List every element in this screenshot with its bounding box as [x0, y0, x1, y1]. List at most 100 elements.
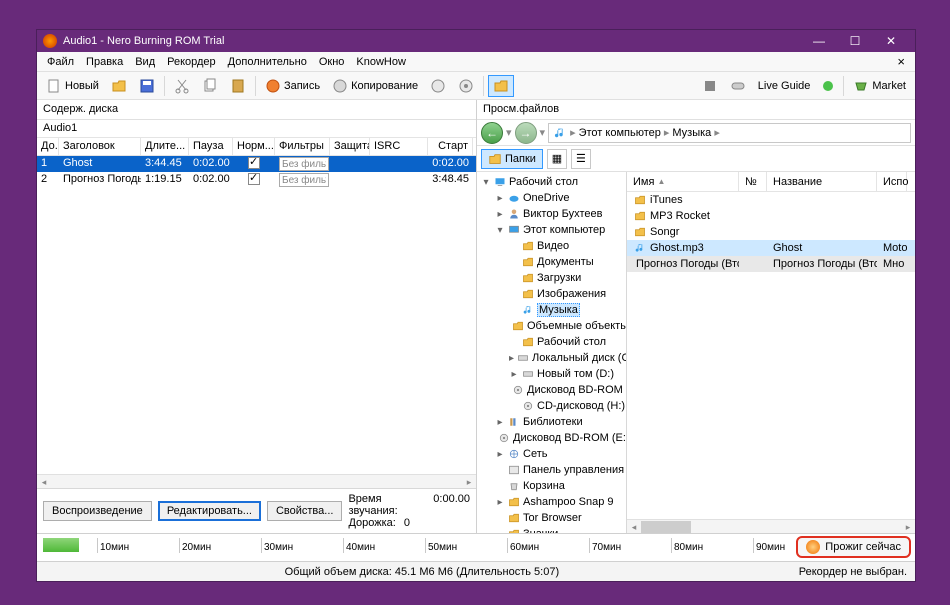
copy-disc-icon[interactable]: Копирование — [327, 75, 423, 97]
filter-input[interactable] — [279, 157, 329, 171]
tool-a-icon[interactable] — [697, 75, 723, 97]
tree-item[interactable]: ▾Этот компьютер — [477, 222, 626, 238]
tree-item[interactable]: Дисковод BD-ROM (E:) — [477, 430, 626, 446]
tree-item[interactable]: ▸Ashampoo Snap 9 — [477, 494, 626, 510]
tree-item[interactable]: Объемные объекты — [477, 318, 626, 334]
toolbar: Новый Запись Копирование Live Guide Mark… — [37, 72, 915, 100]
compilation-name[interactable]: Audio1 — [37, 120, 476, 138]
tree-item[interactable]: Видео — [477, 238, 626, 254]
minimize-button[interactable]: — — [801, 30, 837, 52]
tree-item[interactable]: ▾Рабочий стол — [477, 174, 626, 190]
maximize-button[interactable]: ☐ — [837, 30, 873, 52]
tree-item[interactable]: Значки — [477, 526, 626, 533]
breadcrumb-music[interactable]: Музыка — [672, 127, 711, 139]
statusbar: Общий объем диска: 45.1 М6 М6 (Длительно… — [37, 561, 915, 581]
pane-close-icon[interactable]: × — [891, 54, 911, 69]
file-list[interactable]: iTunesMP3 RocketSongrGhost.mp3GhostMotoП… — [627, 192, 915, 519]
filter-input[interactable] — [279, 173, 329, 187]
menu-view[interactable]: Вид — [129, 54, 161, 70]
file-row[interactable]: iTunes — [627, 192, 915, 208]
tree-item[interactable]: Дисковод BD-ROM (E: — [477, 382, 626, 398]
fcol-title[interactable]: Название — [767, 172, 877, 191]
col-protection[interactable]: Защита — [330, 138, 370, 155]
status-size: Общий объем диска: 45.1 М6 М6 (Длительно… — [45, 566, 799, 578]
menu-file[interactable]: Файл — [41, 54, 80, 70]
info-icon[interactable] — [817, 75, 839, 97]
tool-b-icon[interactable] — [725, 75, 751, 97]
file-row[interactable]: Прогноз Погоды (Вто...Прогноз Погоды (Вт… — [627, 256, 915, 272]
new-button[interactable]: Новый — [41, 75, 104, 97]
tree-item[interactable]: CD-дисковод (H:) — [477, 398, 626, 414]
tree-item[interactable]: Корзина — [477, 478, 626, 494]
tree-item[interactable]: ▸Библиотеки — [477, 414, 626, 430]
tree-item[interactable]: Рабочий стол — [477, 334, 626, 350]
tree-item[interactable]: ▸Сеть — [477, 446, 626, 462]
menu-extras[interactable]: Дополнительно — [222, 54, 313, 70]
tree-scrollbar[interactable]: ◂▸ — [627, 519, 915, 533]
fcol-name[interactable]: Имя ▲ — [627, 172, 739, 191]
paste-icon[interactable] — [225, 75, 251, 97]
breadcrumb-pc[interactable]: Этот компьютер — [579, 127, 661, 139]
address-bar[interactable]: ▸ Этот компьютер ▸ Музыка ▸ — [548, 123, 911, 143]
burn-icon[interactable]: Запись — [260, 75, 325, 97]
folders-toggle[interactable]: Папки — [481, 149, 543, 169]
col-start[interactable]: Старт — [428, 138, 473, 155]
tree-item[interactable]: ▸Локальный диск (C:) — [477, 350, 626, 366]
market-button[interactable]: Market — [848, 75, 911, 97]
tree-item[interactable]: ▸Виктор Бухтеев — [477, 206, 626, 222]
fcol-artist[interactable]: Испо — [877, 172, 907, 191]
browser-pane-title: Просм.файлов — [477, 100, 915, 120]
status-recorder: Рекордер не выбран. — [799, 566, 907, 578]
track-row[interactable]: 2Прогноз Погоды ...1:19.150:02.003:48.45 — [37, 172, 476, 188]
burn-now-button[interactable]: Прожиг сейчас — [796, 536, 911, 558]
open-icon[interactable] — [106, 75, 132, 97]
col-pause[interactable]: Пауза — [189, 138, 233, 155]
tree-item[interactable]: ▸Новый том (D:) — [477, 366, 626, 382]
col-duration[interactable]: Длите... — [141, 138, 189, 155]
file-row[interactable]: Ghost.mp3GhostMoto — [627, 240, 915, 256]
nav-back-icon[interactable]: ← — [481, 122, 503, 144]
track-row[interactable]: 1Ghost3:44.450:02.000:02.00 — [37, 156, 476, 172]
menu-window[interactable]: Окно — [313, 54, 351, 70]
timeline: 10мин20мин30мин40мин50мин60мин70мин80мин… — [37, 533, 915, 561]
col-isrc[interactable]: ISRC — [370, 138, 428, 155]
col-normalize[interactable]: Норм... — [233, 138, 275, 155]
close-button[interactable]: ✕ — [873, 30, 909, 52]
window-title: Audio1 - Nero Burning ROM Trial — [63, 35, 801, 47]
tree-item[interactable]: Документы — [477, 254, 626, 270]
menu-recorder[interactable]: Рекордер — [161, 54, 222, 70]
copy-icon[interactable] — [197, 75, 223, 97]
browser-toggle-icon[interactable] — [488, 75, 514, 97]
tree-item[interactable]: Tor Browser — [477, 510, 626, 526]
erase-icon[interactable] — [453, 75, 479, 97]
timeline-tick: 90мин — [753, 538, 785, 553]
menu-knowhow[interactable]: KnowHow — [350, 54, 412, 70]
menu-edit[interactable]: Правка — [80, 54, 129, 70]
nav-forward-icon[interactable]: → — [515, 122, 537, 144]
col-title[interactable]: Заголовок — [59, 138, 141, 155]
file-row[interactable]: Songr — [627, 224, 915, 240]
view-icons-icon[interactable]: ▦ — [547, 149, 567, 169]
tree-item[interactable]: Изображения — [477, 286, 626, 302]
tree-item[interactable]: Музыка — [477, 302, 626, 318]
track-list[interactable]: 1Ghost3:44.450:02.000:02.002Прогноз Пого… — [37, 156, 476, 474]
track-scrollbar[interactable]: ◂▸ — [37, 474, 476, 488]
tree-item[interactable]: Загрузки — [477, 270, 626, 286]
compilation-pane-title: Содерж. диска — [37, 100, 476, 120]
properties-button[interactable]: Свойства... — [267, 501, 342, 521]
folder-tree[interactable]: ▾Рабочий стол▸OneDrive▸Виктор Бухтеев▾Эт… — [477, 172, 627, 533]
view-list-icon[interactable]: ☰ — [571, 149, 591, 169]
liveguide-button[interactable]: Live Guide — [753, 75, 816, 97]
disc-info-icon[interactable] — [425, 75, 451, 97]
tree-item[interactable]: Панель управления — [477, 462, 626, 478]
save-icon[interactable] — [134, 75, 160, 97]
cut-icon[interactable] — [169, 75, 195, 97]
edit-button[interactable]: Редактировать... — [158, 501, 261, 521]
play-button[interactable]: Воспроизведение — [43, 501, 152, 521]
tree-item[interactable]: ▸OneDrive — [477, 190, 626, 206]
fcol-num[interactable]: № — [739, 172, 767, 191]
file-row[interactable]: MP3 Rocket — [627, 208, 915, 224]
col-num[interactable]: До... — [37, 138, 59, 155]
menubar: Файл Правка Вид Рекордер Дополнительно О… — [37, 52, 915, 72]
col-filters[interactable]: Фильтры — [275, 138, 330, 155]
